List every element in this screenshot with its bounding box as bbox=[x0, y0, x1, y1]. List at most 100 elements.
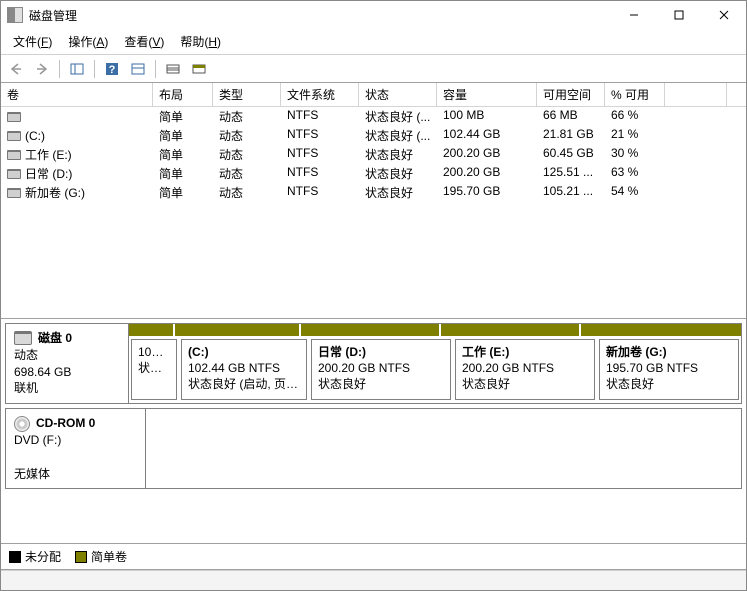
volume-cell: 简单 bbox=[153, 126, 213, 145]
column-header[interactable]: 状态 bbox=[359, 83, 437, 106]
volume-cell: 200.20 GB bbox=[437, 164, 537, 183]
volume-name-cell bbox=[1, 107, 153, 126]
volume-cell: 动态 bbox=[213, 107, 281, 126]
volume-cell: 简单 bbox=[153, 183, 213, 202]
volume-cell: 63 % bbox=[605, 164, 665, 183]
drive-icon bbox=[7, 131, 21, 141]
refresh-button[interactable] bbox=[127, 58, 149, 80]
volume-cell: 195.70 GB bbox=[437, 183, 537, 202]
table-row[interactable]: (C:)简单动态NTFS状态良好 (...102.44 GB21.81 GB21… bbox=[1, 126, 746, 145]
help-button[interactable]: ? bbox=[101, 58, 123, 80]
partition[interactable]: (C:)102.44 GB NTFS状态良好 (启动, 页面文 bbox=[181, 339, 307, 400]
disk-map[interactable]: 磁盘 0动态698.64 GB联机100 M状态良(C:)102.44 GB N… bbox=[1, 319, 746, 544]
volume-cell: 200.20 GB bbox=[437, 145, 537, 164]
volume-cell: 状态良好 bbox=[359, 164, 437, 183]
disk-info[interactable]: 磁盘 0动态698.64 GB联机 bbox=[6, 324, 129, 403]
volume-cell: NTFS bbox=[281, 145, 359, 164]
legend: 未分配简单卷 bbox=[1, 544, 746, 570]
volume-cell: 54 % bbox=[605, 183, 665, 202]
volume-cell: 动态 bbox=[213, 145, 281, 164]
drive-icon bbox=[7, 112, 21, 122]
legend-swatch-icon bbox=[75, 551, 87, 563]
disk-info[interactable]: CD-ROM 0DVD (F:) 无媒体 bbox=[6, 409, 146, 488]
volume-cell: 状态良好 bbox=[359, 183, 437, 202]
menu-a[interactable]: 操作(A) bbox=[60, 31, 116, 52]
status-bar bbox=[1, 570, 746, 590]
column-header[interactable]: 类型 bbox=[213, 83, 281, 106]
legend-item: 未分配 bbox=[9, 548, 61, 565]
drive-icon bbox=[7, 169, 21, 179]
window-controls bbox=[611, 1, 746, 29]
volume-name-cell: (C:) bbox=[1, 126, 153, 145]
volume-cell: NTFS bbox=[281, 164, 359, 183]
volume-name-cell: 日常 (D:) bbox=[1, 164, 153, 183]
column-header[interactable]: 容量 bbox=[437, 83, 537, 106]
view-layout-button[interactable] bbox=[66, 58, 88, 80]
volume-cell: 66 % bbox=[605, 107, 665, 126]
titlebar: 磁盘管理 bbox=[1, 1, 746, 29]
volume-cell: 102.44 GB bbox=[437, 126, 537, 145]
volume-name-cell: 工作 (E:) bbox=[1, 145, 153, 164]
forward-button[interactable] bbox=[31, 58, 53, 80]
toolbar: ? bbox=[1, 55, 746, 83]
legend-item: 简单卷 bbox=[75, 548, 127, 565]
partition[interactable]: 工作 (E:)200.20 GB NTFS状态良好 bbox=[455, 339, 595, 400]
drive-icon bbox=[7, 188, 21, 198]
column-header[interactable]: 可用空间 bbox=[537, 83, 605, 106]
volume-cell: 简单 bbox=[153, 164, 213, 183]
menu-h[interactable]: 帮助(H) bbox=[172, 31, 229, 52]
table-row[interactable]: 日常 (D:)简单动态NTFS状态良好200.20 GB125.51 ...63… bbox=[1, 164, 746, 183]
volume-cell: 60.45 GB bbox=[537, 145, 605, 164]
volume-cell: NTFS bbox=[281, 183, 359, 202]
volume-cell: 状态良好 (... bbox=[359, 126, 437, 145]
column-header[interactable]: 卷 bbox=[1, 83, 153, 106]
maximize-button[interactable] bbox=[656, 1, 701, 29]
list-view-button[interactable] bbox=[162, 58, 184, 80]
volume-cell: 66 MB bbox=[537, 107, 605, 126]
volume-header: 卷布局类型文件系统状态容量可用空间% 可用 bbox=[1, 83, 746, 107]
column-header[interactable]: 布局 bbox=[153, 83, 213, 106]
partition[interactable]: 新加卷 (G:)195.70 GB NTFS状态良好 bbox=[599, 339, 739, 400]
menu-v[interactable]: 查看(V) bbox=[116, 31, 172, 52]
volume-list: 卷布局类型文件系统状态容量可用空间% 可用 简单动态NTFS状态良好 (...1… bbox=[1, 83, 746, 319]
drive-icon bbox=[7, 150, 21, 160]
table-row[interactable]: 新加卷 (G:)简单动态NTFS状态良好195.70 GB105.21 ...5… bbox=[1, 183, 746, 202]
volume-cell: 105.21 ... bbox=[537, 183, 605, 202]
column-header[interactable]: % 可用 bbox=[605, 83, 665, 106]
cd-icon bbox=[14, 416, 30, 432]
volume-cell: NTFS bbox=[281, 107, 359, 126]
minimize-button[interactable] bbox=[611, 1, 656, 29]
close-button[interactable] bbox=[701, 1, 746, 29]
disk-row: 磁盘 0动态698.64 GB联机100 M状态良(C:)102.44 GB N… bbox=[5, 323, 742, 404]
partition[interactable]: 日常 (D:)200.20 GB NTFS状态良好 bbox=[311, 339, 451, 400]
legend-swatch-icon bbox=[9, 551, 21, 563]
volume-cell: 动态 bbox=[213, 183, 281, 202]
menubar: 文件(F)操作(A)查看(V)帮助(H) bbox=[1, 29, 746, 55]
volume-cell: 状态良好 (... bbox=[359, 107, 437, 126]
partition[interactable]: 100 M状态良 bbox=[131, 339, 177, 400]
table-row[interactable]: 工作 (E:)简单动态NTFS状态良好200.20 GB60.45 GB30 % bbox=[1, 145, 746, 164]
volume-cell: 简单 bbox=[153, 107, 213, 126]
volume-cell: 简单 bbox=[153, 145, 213, 164]
window: 磁盘管理 文件(F)操作(A)查看(V)帮助(H) ? 卷布局类型文件系统状态容… bbox=[0, 0, 747, 591]
volume-cell: 动态 bbox=[213, 126, 281, 145]
back-button[interactable] bbox=[5, 58, 27, 80]
table-row[interactable]: 简单动态NTFS状态良好 (...100 MB66 MB66 % bbox=[1, 107, 746, 126]
volume-cell: 状态良好 bbox=[359, 145, 437, 164]
menu-f[interactable]: 文件(F) bbox=[5, 31, 60, 52]
column-header[interactable] bbox=[665, 83, 727, 106]
volume-cell: 30 % bbox=[605, 145, 665, 164]
detail-view-button[interactable] bbox=[188, 58, 210, 80]
disk-icon bbox=[14, 331, 32, 345]
window-title: 磁盘管理 bbox=[29, 7, 611, 24]
volume-cell: 动态 bbox=[213, 164, 281, 183]
volume-body[interactable]: 简单动态NTFS状态良好 (...100 MB66 MB66 %(C:)简单动态… bbox=[1, 107, 746, 318]
disk-row: CD-ROM 0DVD (F:) 无媒体 bbox=[5, 408, 742, 489]
volume-cell: NTFS bbox=[281, 126, 359, 145]
app-icon bbox=[7, 7, 23, 23]
column-header[interactable]: 文件系统 bbox=[281, 83, 359, 106]
volume-cell: 21 % bbox=[605, 126, 665, 145]
volume-cell: 125.51 ... bbox=[537, 164, 605, 183]
svg-text:?: ? bbox=[109, 64, 116, 76]
volume-name-cell: 新加卷 (G:) bbox=[1, 183, 153, 202]
